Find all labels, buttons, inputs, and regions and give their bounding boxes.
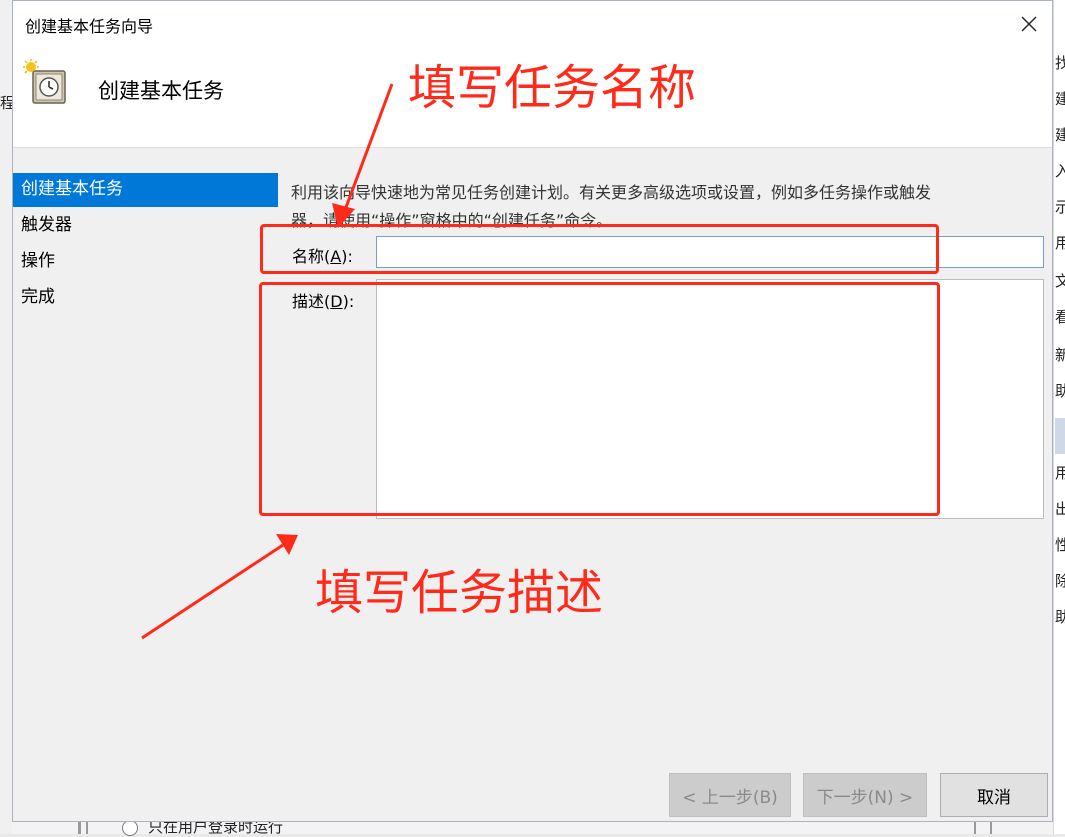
- description-line-1: 利用该向导快速地为常见任务创建计划。有关更多高级选项或设置，例如多任务操作或触发: [291, 183, 932, 202]
- nav-step-finish[interactable]: 完成: [13, 281, 278, 317]
- background-actions-pane: 找 建 建 入 示 用 文 看 新 助 用 出 性 除 助: [1053, 0, 1065, 834]
- background-action-item[interactable]: 建: [1055, 124, 1065, 145]
- background-action-item[interactable]: 示: [1055, 196, 1065, 217]
- next-button[interactable]: 下一步(N) >: [803, 773, 927, 817]
- cancel-button[interactable]: 取消: [940, 773, 1048, 817]
- background-action-item[interactable]: 用: [1055, 462, 1065, 483]
- nav-step-trigger[interactable]: 触发器: [13, 209, 278, 245]
- annotation-box-description: [259, 282, 940, 516]
- background-action-item[interactable]: 看: [1055, 306, 1065, 327]
- background-action-item[interactable]: 入: [1055, 160, 1065, 181]
- close-icon: [1021, 16, 1037, 32]
- background-scrollbar: [990, 822, 992, 834]
- annotation-text-description: 填写任务描述: [315, 565, 604, 621]
- background-selected-item: [1055, 418, 1065, 454]
- wizard-steps-nav: 创建基本任务 触发器 操作 完成: [13, 173, 278, 317]
- back-button[interactable]: < 上一步(B): [669, 773, 791, 817]
- close-button[interactable]: [1006, 1, 1052, 47]
- annotation-box-name: [260, 224, 939, 274]
- task-scheduler-clock-icon: [23, 59, 66, 104]
- annotation-text-name: 填写任务名称: [408, 60, 697, 116]
- background-action-item[interactable]: 用: [1055, 232, 1065, 253]
- background-action-item[interactable]: 建: [1055, 88, 1065, 109]
- background-action-item[interactable]: 新: [1055, 344, 1065, 365]
- nav-step-action[interactable]: 操作: [13, 245, 278, 281]
- background-scrollbar: [78, 822, 81, 834]
- background-action-item[interactable]: 找: [1055, 52, 1065, 73]
- window-title: 创建基本任务向导: [25, 17, 154, 36]
- nav-step-create-basic-task[interactable]: 创建基本任务: [13, 173, 278, 207]
- background-left-text: 程: [0, 94, 12, 112]
- background-scrollbar: [86, 822, 88, 834]
- background-scrollbar: [974, 822, 976, 834]
- background-action-item[interactable]: 文: [1055, 270, 1065, 291]
- background-action-item[interactable]: 助: [1055, 380, 1065, 401]
- background-action-item[interactable]: 除: [1055, 570, 1065, 591]
- background-action-item[interactable]: 出: [1055, 498, 1065, 519]
- background-action-item[interactable]: 助: [1055, 606, 1065, 627]
- background-action-item[interactable]: 性: [1055, 534, 1065, 555]
- background-window-bottom: 只在用户登录时运行: [12, 818, 1053, 836]
- wizard-page-title: 创建基本任务: [98, 79, 224, 103]
- title-bar: 创建基本任务向导: [13, 1, 1052, 47]
